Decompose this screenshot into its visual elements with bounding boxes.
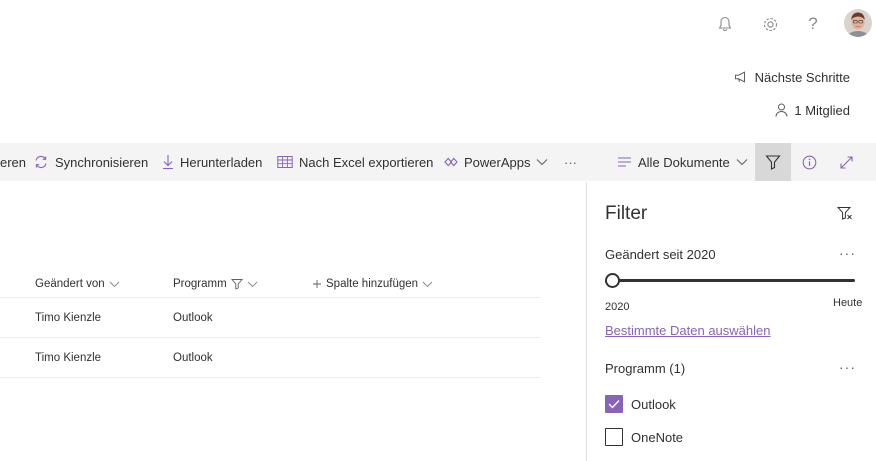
checkbox-checked[interactable]: [605, 395, 623, 413]
suite-bar: ?: [0, 0, 876, 48]
list-row[interactable]: Timo Kienzle Outlook: [0, 298, 540, 338]
sync-icon: [35, 155, 47, 169]
program-section-more-button[interactable]: ···: [839, 359, 856, 375]
export-excel-button[interactable]: Nach Excel exportieren: [277, 143, 433, 181]
filter-pane-title: Filter: [605, 203, 648, 224]
chevron-down-icon: [422, 281, 433, 287]
person-icon: [775, 103, 788, 117]
info-button[interactable]: [802, 143, 817, 181]
filter-pane: Filter Geändert seit 2020 ··· 2020 Heute…: [586, 182, 876, 461]
specific-dates-link[interactable]: Bestimmte Daten auswählen: [605, 323, 770, 338]
filter-icon: [230, 279, 243, 290]
view-label: Alle Dokumente: [638, 154, 730, 170]
date-slider-track[interactable]: [612, 279, 855, 282]
next-steps-label: Nächste Schritte: [754, 69, 850, 85]
info-icon: [802, 155, 817, 169]
chevron-down-icon: [736, 159, 748, 166]
megaphone-icon: [734, 71, 745, 83]
filter-option-label: OneNote: [631, 429, 684, 445]
download-button[interactable]: Herunterladen: [162, 143, 262, 181]
column-header-program[interactable]: Programm: [173, 270, 258, 298]
powerapps-label: PowerApps: [464, 154, 531, 170]
sync-label: Synchronisieren: [55, 154, 149, 170]
column-header-label: Geändert von: [35, 278, 105, 290]
modified-section-more-button[interactable]: ···: [839, 245, 856, 261]
view-switcher[interactable]: Alle Dokumente: [617, 143, 748, 181]
more-commands-label: ···: [564, 154, 577, 170]
powerapps-icon: [444, 157, 458, 167]
filter-pane-button[interactable]: [755, 143, 791, 181]
truncated-command-label: eren: [0, 154, 27, 170]
excel-icon: [277, 156, 293, 168]
program-cell: Outlook: [173, 352, 213, 364]
export-excel-label: Nach Excel exportieren: [299, 154, 434, 170]
program-section-title: Programm (1): [605, 361, 686, 376]
filter-option-outlook[interactable]: Outlook: [605, 395, 676, 413]
more-commands-button[interactable]: ···: [564, 143, 577, 181]
list-row[interactable]: Timo Kienzle Outlook: [0, 338, 540, 378]
chevron-down-icon: [109, 281, 120, 287]
bell-icon[interactable]: [714, 13, 736, 35]
clear-filters-button[interactable]: [836, 206, 853, 225]
add-column-button[interactable]: Spalte hinzufügen: [312, 270, 433, 298]
column-header-modified-by[interactable]: Geändert von: [35, 270, 120, 298]
modified-by-cell: Timo Kienzle: [35, 312, 102, 324]
modified-by-cell: Timo Kienzle: [35, 352, 102, 364]
program-cell: Outlook: [173, 312, 213, 324]
checkmark-icon: [608, 400, 620, 409]
truncated-command[interactable]: eren: [0, 143, 26, 181]
expand-button[interactable]: [839, 143, 854, 181]
next-steps-button[interactable]: Nächste Schritte: [734, 68, 850, 86]
chevron-down-icon: [247, 281, 258, 287]
avatar[interactable]: [844, 9, 872, 37]
modified-section-title: Geändert seit 2020: [605, 247, 716, 262]
command-bar: eren Synchronisieren Herunterladen Nach …: [0, 143, 876, 181]
checkbox-unchecked[interactable]: [605, 428, 623, 446]
column-header-label: Programm: [173, 278, 227, 290]
expand-icon: [840, 155, 853, 169]
list-view-icon: [618, 157, 631, 167]
date-slider-min-label: 2020: [605, 301, 630, 313]
date-slider-max-label: Heute: [833, 297, 863, 309]
download-icon: [163, 155, 173, 170]
sync-button[interactable]: Synchronisieren: [33, 143, 148, 181]
download-label: Herunterladen: [180, 154, 263, 170]
date-slider-thumb[interactable]: [605, 273, 620, 288]
plus-icon: [313, 280, 321, 288]
filter-option-label: Outlook: [631, 396, 676, 412]
list-header: Geändert von Programm Spalte hinzufügen: [0, 270, 540, 298]
chevron-down-icon: [537, 159, 548, 166]
site-actions: Nächste Schritte 1 Mitglied: [734, 68, 850, 119]
add-column-label: Spalte hinzufügen: [326, 278, 419, 290]
members-button[interactable]: 1 Mitglied: [775, 101, 850, 119]
powerapps-button[interactable]: PowerApps: [444, 143, 548, 181]
members-label: 1 Mitglied: [794, 102, 850, 118]
clear-filter-icon: [836, 207, 852, 220]
help-icon[interactable]: ?: [802, 13, 824, 35]
filter-option-onenote[interactable]: OneNote: [605, 428, 683, 446]
gear-icon[interactable]: [759, 13, 781, 35]
filter-icon: [765, 155, 781, 170]
